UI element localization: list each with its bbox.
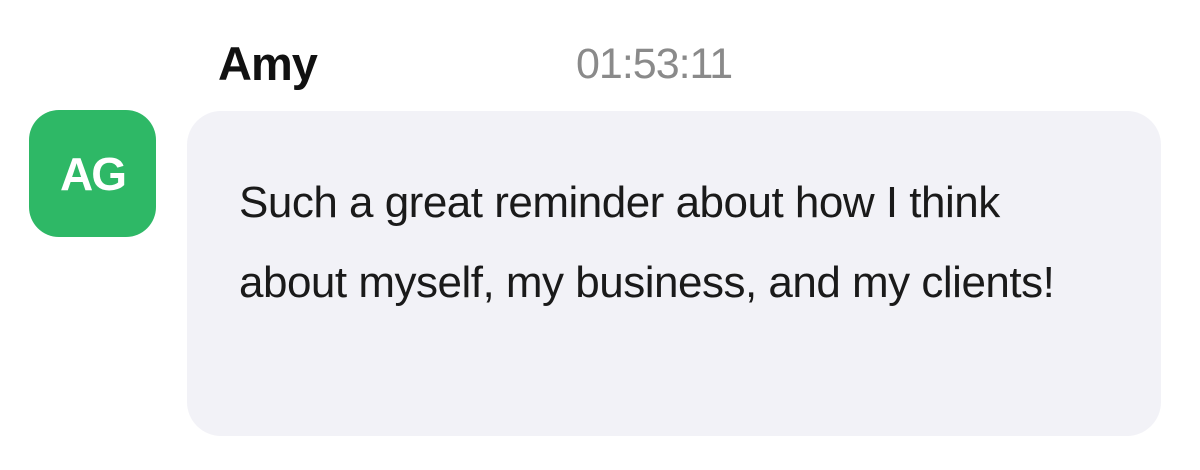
sender-name[interactable]: Amy [218, 32, 318, 96]
message-timestamp: 01:53:11 [576, 40, 733, 88]
message-text: Such a great reminder about how I think … [239, 178, 1055, 307]
avatar-initials: AG [60, 147, 127, 200]
chat-message: Amy 01:53:11 AG Such a great reminder ab… [0, 0, 1200, 470]
message-bubble: Such a great reminder about how I think … [187, 111, 1161, 436]
avatar[interactable]: AG [29, 110, 156, 237]
message-header: Amy 01:53:11 [218, 32, 778, 96]
